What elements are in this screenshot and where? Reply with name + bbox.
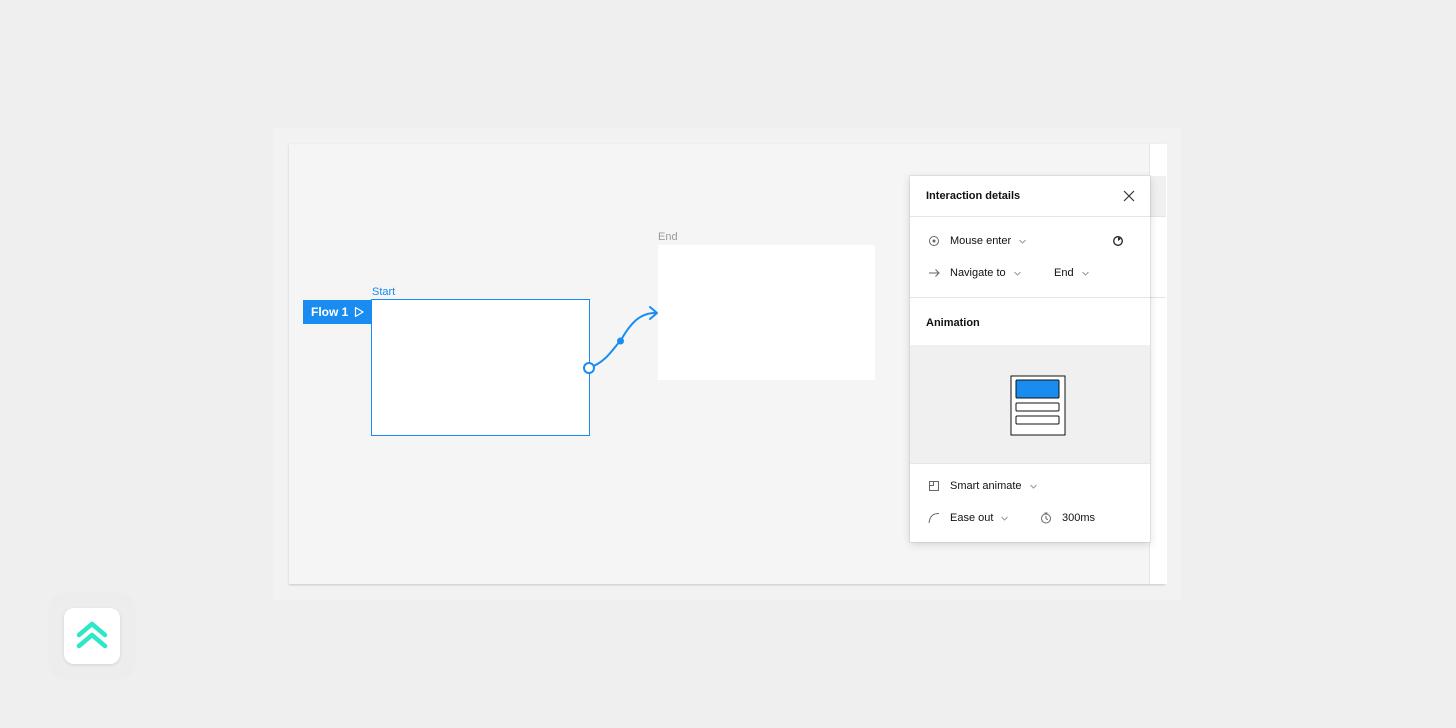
chevron-down-icon — [1081, 271, 1089, 276]
panel-divider — [910, 463, 1150, 464]
close-icon[interactable] — [1122, 189, 1136, 203]
right-panel-header-block — [1150, 176, 1166, 217]
chevron-down-icon — [1013, 271, 1021, 276]
animation-type-dropdown[interactable]: Smart animate — [950, 480, 1037, 492]
trigger-label: Mouse enter — [950, 235, 1012, 247]
arrow-right-icon — [929, 269, 940, 277]
delay-timer-icon[interactable] — [1112, 235, 1124, 247]
chevron-down-icon — [1001, 516, 1009, 521]
connection-origin-handle — [583, 362, 595, 374]
clock-icon — [1041, 512, 1051, 524]
right-panel-divider — [1150, 297, 1166, 298]
easing-curve-icon — [928, 513, 940, 524]
animation-preview — [910, 345, 1150, 463]
animation-section-title: Animation — [926, 317, 980, 329]
connection-midpoint-handle — [617, 337, 624, 345]
smart-animate-icon — [929, 481, 939, 491]
easing-dropdown[interactable]: Ease out — [950, 512, 1009, 524]
destination-label: End — [1054, 267, 1074, 279]
app-logo — [64, 608, 120, 664]
panel-divider — [910, 216, 1150, 217]
duration-input[interactable]: 300ms — [1062, 512, 1095, 524]
trigger-dropdown[interactable]: Mouse enter — [950, 235, 1027, 247]
prototype-connection[interactable] — [0, 0, 700, 450]
trigger-icon — [929, 236, 939, 246]
panel-title: Interaction details — [926, 190, 1021, 202]
panel-divider — [910, 297, 1150, 298]
action-dropdown[interactable]: Navigate to — [950, 267, 1021, 279]
destination-dropdown[interactable]: End — [1054, 267, 1089, 279]
chevron-down-icon — [1029, 484, 1037, 489]
animation-preview-graphic — [1010, 375, 1066, 436]
double-chevron-up-logo — [76, 621, 108, 649]
animation-type-label: Smart animate — [950, 480, 1022, 492]
chevron-down-icon — [1019, 239, 1027, 244]
easing-label: Ease out — [950, 512, 994, 524]
action-label: Navigate to — [950, 267, 1006, 279]
interaction-details-panel: Interaction details Mouse enter Navigate… — [910, 176, 1150, 542]
